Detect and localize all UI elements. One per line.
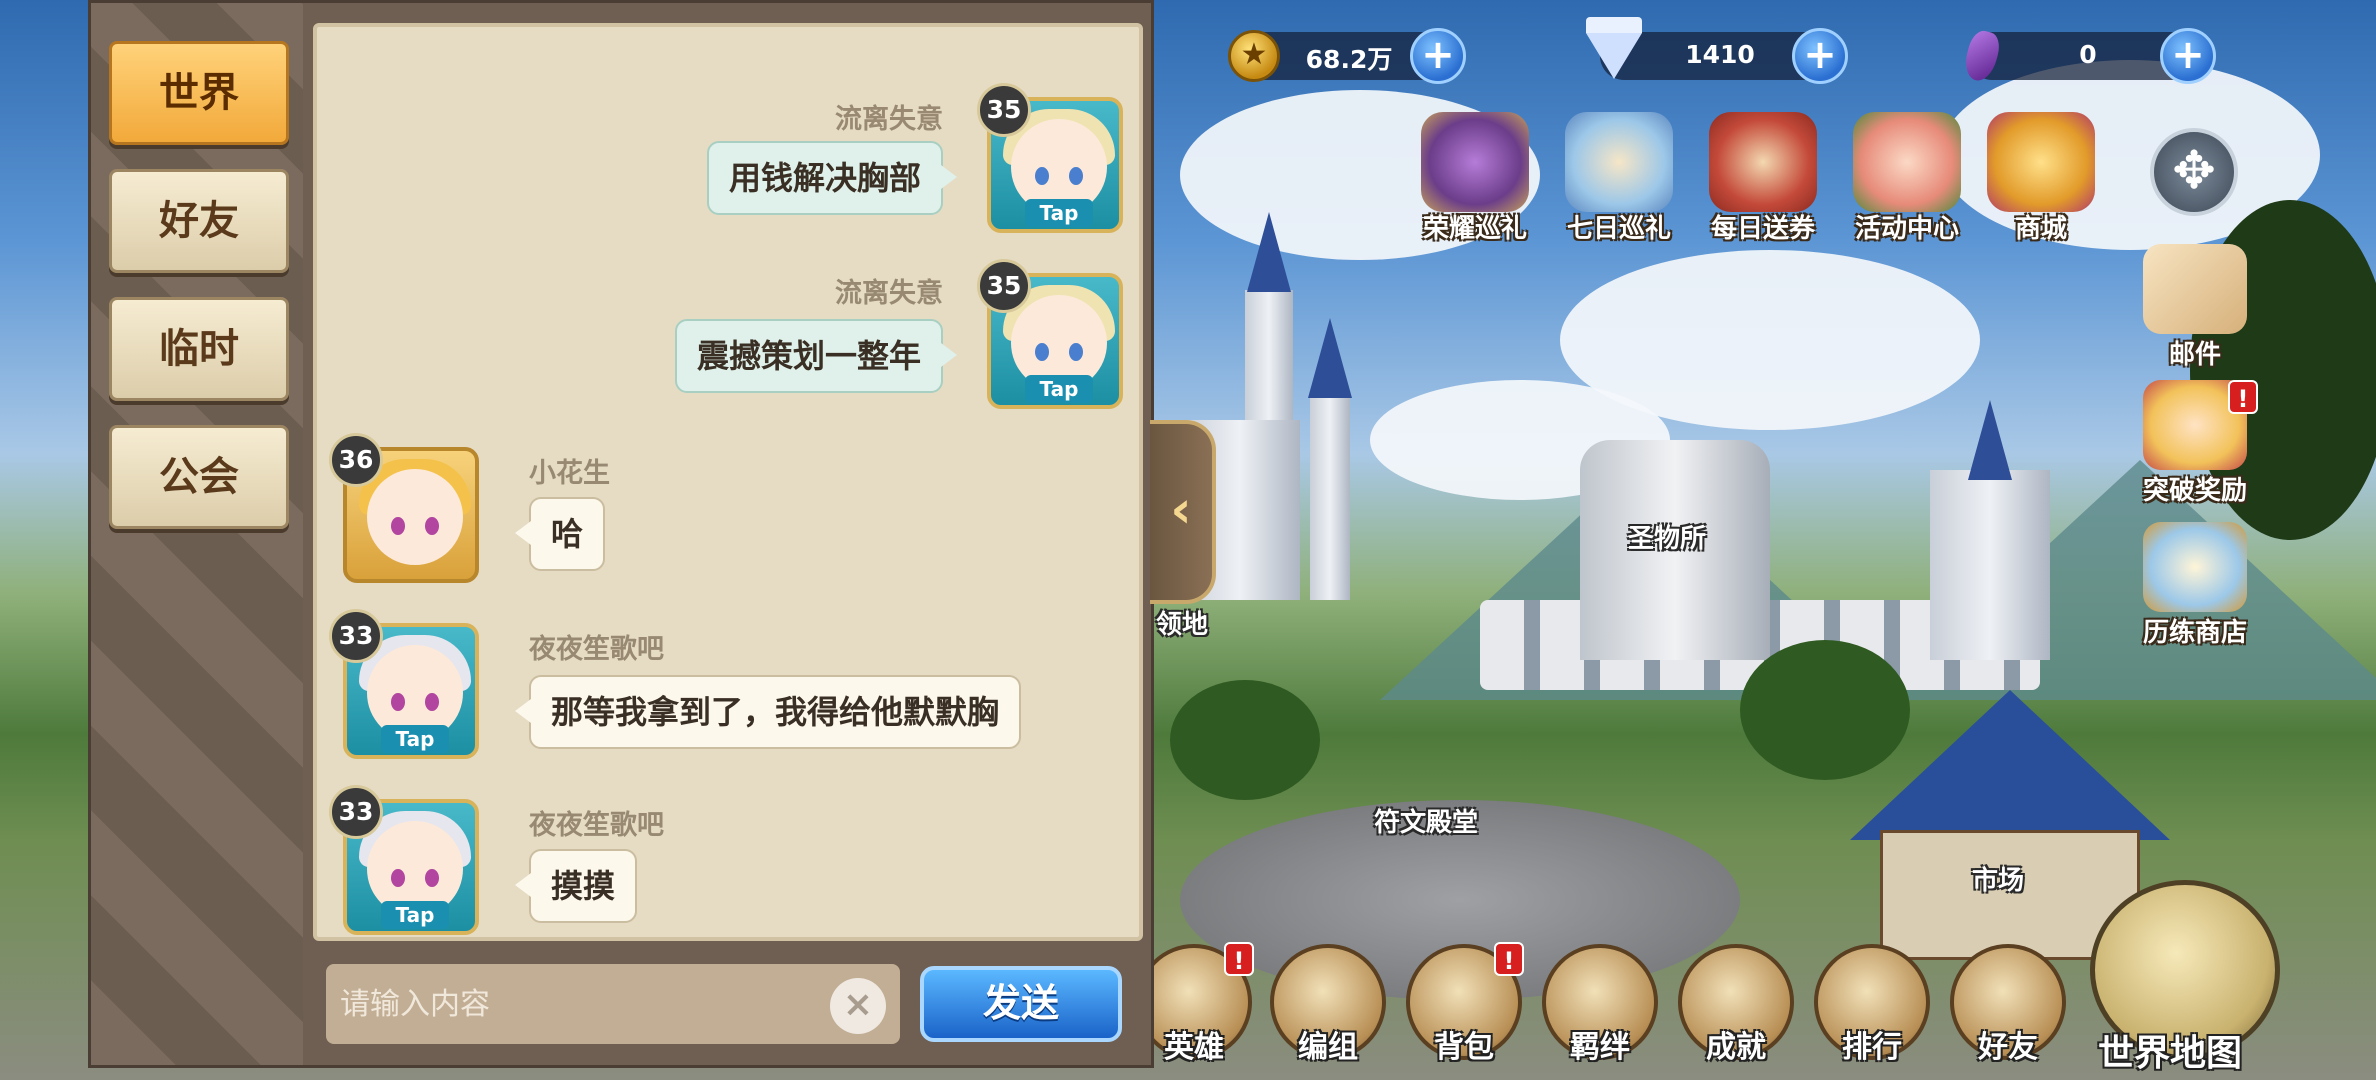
- tap-label: Tap: [1025, 199, 1093, 227]
- message-username: 流离失意: [835, 104, 943, 135]
- avatar-face: [367, 469, 463, 565]
- currency-crystal: 0 +: [1961, 27, 2216, 85]
- bottom-formation[interactable]: 编组: [1264, 944, 1392, 1066]
- move-arrows-icon[interactable]: ✥: [2150, 128, 2238, 216]
- daily-coupon-icon: [1709, 112, 1817, 212]
- notification-badge: !: [2228, 380, 2258, 414]
- level-badge: 33: [329, 609, 383, 663]
- level-badge: 35: [977, 259, 1031, 313]
- seven-day-patrol-icon: [1565, 112, 1673, 212]
- chat-message-list[interactable]: 流离失意 用钱解决胸部 Tap 35 流离失意 震撼策划一整年 Tap 35 3…: [313, 23, 1143, 941]
- market-roof: [1850, 690, 2170, 840]
- bottom-label: 编组: [1298, 1030, 1358, 1065]
- collapse-chat-chevron-icon[interactable]: ‹: [1150, 420, 1216, 604]
- message-username: 夜夜笙歌吧: [529, 634, 664, 665]
- bottom-friends[interactable]: 好友: [1944, 944, 2072, 1066]
- level-badge: 36: [329, 433, 383, 487]
- right-tower-roof: [1968, 400, 2012, 480]
- event-glory-patrol[interactable]: 荣耀巡礼: [1400, 112, 1550, 245]
- notification-badge: !: [1224, 942, 1254, 976]
- message-bubble: 用钱解决胸部: [706, 141, 958, 215]
- tab-friends[interactable]: 好友: [109, 169, 289, 273]
- event-label: 每日送券: [1710, 214, 1815, 244]
- chat-input[interactable]: [340, 964, 820, 1044]
- chat-panel: 世界 好友 临时 公会 流离失意 用钱解决胸部 Tap 35 流离失意 震撼策划…: [88, 0, 1154, 1068]
- avatar-eye: [391, 869, 405, 887]
- event-label: 荣耀巡礼: [1422, 214, 1527, 244]
- tab-guild[interactable]: 公会: [109, 425, 289, 529]
- level-badge: 35: [977, 83, 1031, 137]
- add-diamond-button[interactable]: +: [1792, 28, 1848, 84]
- glory-patrol-icon: [1421, 112, 1529, 212]
- avatar-eye: [1035, 343, 1049, 361]
- currency-diamond: 1410 +: [1586, 17, 1848, 84]
- clear-input-icon[interactable]: ×: [830, 978, 886, 1034]
- avatar-eye: [1069, 343, 1083, 361]
- avatar-eye: [391, 693, 405, 711]
- notification-badge: !: [1494, 942, 1524, 976]
- tab-world[interactable]: 世界: [109, 41, 289, 145]
- avatar-eye: [391, 517, 405, 535]
- message-bubble: 哈: [514, 497, 606, 571]
- event-label: 七日巡礼: [1566, 214, 1671, 244]
- event-shop[interactable]: 商城: [1966, 112, 2116, 245]
- tap-label: Tap: [381, 725, 449, 753]
- castle-tower: [1310, 390, 1350, 600]
- castle-roof: [1308, 318, 1352, 398]
- add-gold-button[interactable]: +: [1410, 28, 1466, 84]
- side-breakthrough-reward[interactable]: 突破奖励 !: [2130, 380, 2260, 507]
- event-label: 活动中心: [1854, 214, 1959, 244]
- avatar-eye: [425, 693, 439, 711]
- bottom-bonds[interactable]: 羁绊: [1536, 944, 1664, 1066]
- level-badge: 33: [329, 785, 383, 839]
- side-label: 邮件: [2168, 340, 2221, 370]
- place-label-market[interactable]: 市场: [1972, 860, 2024, 897]
- side-training-shop[interactable]: 历练商店: [2130, 522, 2260, 649]
- bottom-ranking[interactable]: 排行: [1808, 944, 1936, 1066]
- place-label-holy-relics[interactable]: 圣物所: [1628, 518, 1706, 555]
- tap-label: Tap: [381, 901, 449, 929]
- chat-input-container: [326, 964, 900, 1044]
- bottom-label: 背包: [1434, 1030, 1494, 1065]
- world-map-label[interactable]: 世界地图: [2098, 1024, 2242, 1076]
- activity-center-icon: [1853, 112, 1961, 212]
- training-shop-icon: [2143, 522, 2247, 612]
- chat-tab-strip: 世界 好友 临时 公会: [91, 3, 303, 1065]
- event-seven-day-patrol[interactable]: 七日巡礼: [1544, 112, 1694, 245]
- event-daily-coupon[interactable]: 每日送券: [1688, 112, 1838, 245]
- event-label: 商城: [2014, 214, 2067, 244]
- bottom-label: 排行: [1842, 1030, 1902, 1065]
- tree: [1170, 680, 1320, 800]
- bottom-backpack[interactable]: 背包 !: [1400, 942, 1528, 1066]
- side-label: 突破奖励: [2142, 476, 2247, 506]
- message-bubble: 震撼策划一整年: [674, 319, 958, 393]
- currency-gold: ★ 68.2万 +: [1228, 28, 1466, 84]
- avatar-eye: [1069, 167, 1083, 185]
- mail-icon: [2143, 244, 2247, 334]
- avatar-eye: [425, 517, 439, 535]
- add-crystal-button[interactable]: +: [2160, 28, 2216, 84]
- avatar-eye: [425, 869, 439, 887]
- place-label-territory[interactable]: 领地: [1156, 604, 1208, 641]
- avatar-eye: [1035, 167, 1049, 185]
- side-mail[interactable]: 邮件: [2130, 244, 2260, 371]
- bottom-label: 成就: [1706, 1030, 1766, 1065]
- message-username: 流离失意: [835, 278, 943, 309]
- message-username: 小花生: [529, 458, 610, 489]
- shop-icon: [1987, 112, 2095, 212]
- tap-label: Tap: [1025, 375, 1093, 403]
- tab-temporary[interactable]: 临时: [109, 297, 289, 401]
- right-tower: [1930, 470, 2050, 660]
- message-username: 夜夜笙歌吧: [529, 810, 664, 841]
- bottom-achievements[interactable]: 成就: [1672, 944, 1800, 1066]
- message-bubble: 摸摸: [514, 849, 638, 923]
- side-label: 历练商店: [2142, 618, 2247, 648]
- send-button[interactable]: 发送: [920, 966, 1122, 1042]
- bottom-label: 羁绊: [1570, 1030, 1630, 1065]
- place-label-rune-hall[interactable]: 符文殿堂: [1374, 802, 1478, 839]
- event-activity-center[interactable]: 活动中心: [1832, 112, 1982, 245]
- message-bubble: 那等我拿到了，我得给他默默胸: [514, 675, 1022, 749]
- bottom-label: 好友: [1978, 1030, 2038, 1065]
- castle-roof: [1247, 212, 1291, 292]
